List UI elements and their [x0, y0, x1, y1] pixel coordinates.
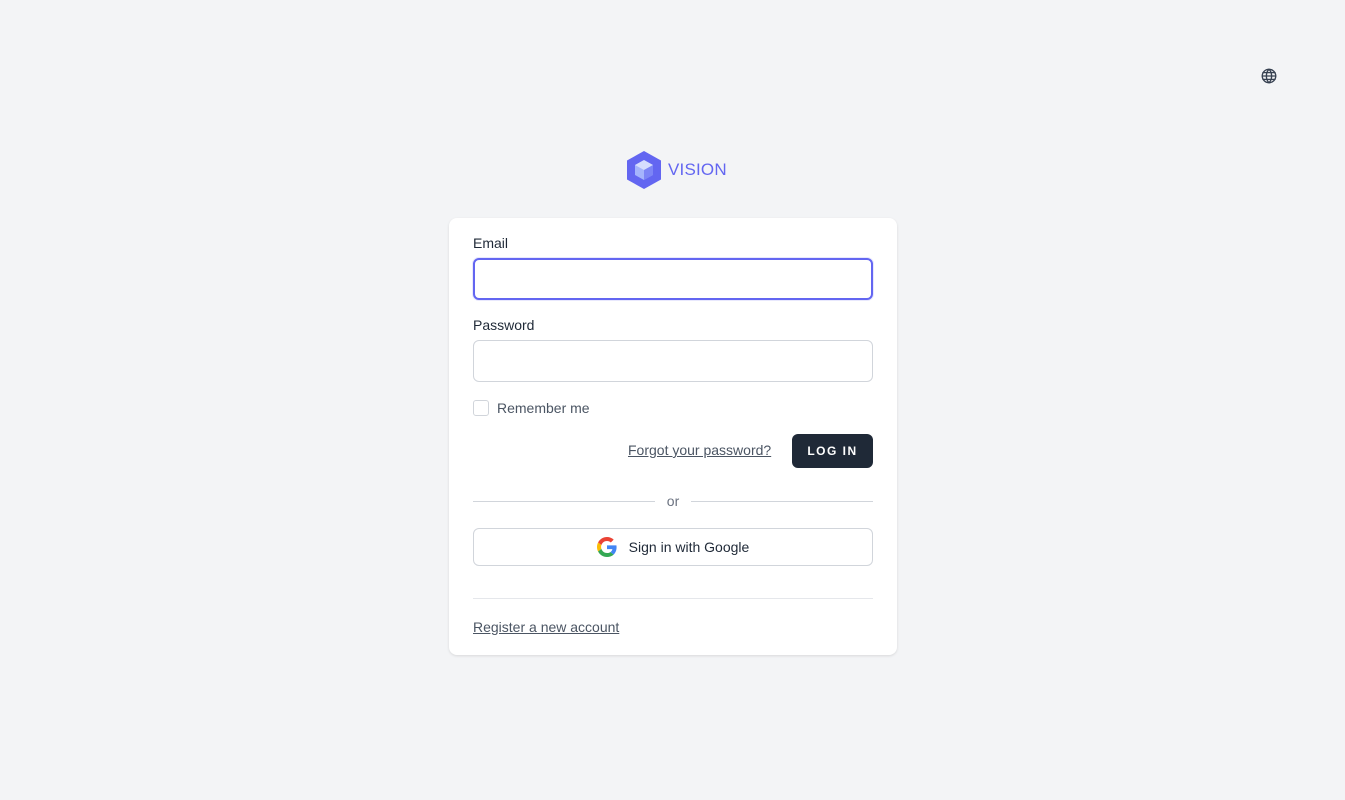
language-selector-button[interactable] [1259, 66, 1279, 86]
divider-line-right [691, 500, 874, 502]
or-divider: or [473, 493, 874, 509]
password-field[interactable] [473, 340, 873, 382]
login-card: Email Password Remember me Forgot your p… [449, 218, 897, 655]
hexagon-cube-icon [627, 151, 661, 189]
password-label: Password [473, 317, 535, 333]
remember-me-checkbox[interactable] [473, 400, 489, 416]
login-page: VISION Email Password Remember me Forgot… [0, 0, 1345, 800]
google-button-label: Sign in with Google [628, 539, 750, 555]
brand-logo[interactable]: VISION [626, 150, 727, 190]
login-button[interactable]: LOG IN [792, 434, 873, 468]
remember-me-label[interactable]: Remember me [497, 400, 590, 416]
google-sign-in-button[interactable]: Sign in with Google [473, 528, 873, 566]
forgot-password-link[interactable]: Forgot your password? [628, 442, 771, 458]
divider-text: or [666, 493, 680, 509]
footer-divider [473, 598, 873, 599]
divider-line-left [473, 500, 655, 502]
remember-me-row: Remember me [473, 400, 590, 416]
brand-name: VISION [668, 160, 727, 179]
email-label: Email [473, 235, 509, 251]
globe-icon [1261, 68, 1277, 84]
google-icon [596, 537, 617, 557]
email-field[interactable] [473, 258, 873, 300]
register-link[interactable]: Register a new account [473, 619, 619, 635]
